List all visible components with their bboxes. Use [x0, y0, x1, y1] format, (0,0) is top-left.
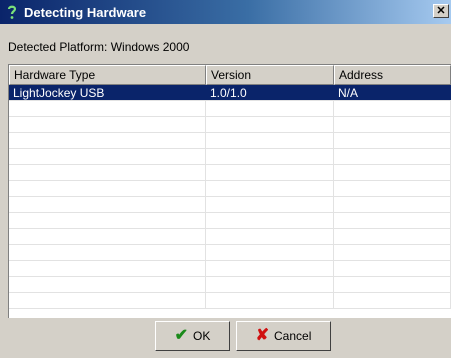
empty-cell	[9, 197, 206, 212]
empty-cell	[334, 197, 451, 212]
empty-cell	[334, 117, 451, 132]
empty-row	[9, 133, 451, 149]
empty-row	[9, 101, 451, 117]
button-bar: ✔ OK ✘ Cancel	[0, 318, 451, 358]
empty-cell	[334, 261, 451, 276]
empty-cell	[206, 165, 334, 180]
empty-cell	[334, 181, 451, 196]
close-button[interactable]: ✕	[433, 4, 449, 18]
empty-cell	[334, 277, 451, 292]
column-header-address[interactable]: Address	[334, 65, 451, 85]
cell-address: N/A	[334, 85, 451, 100]
empty-cell	[9, 149, 206, 164]
empty-cell	[334, 101, 451, 116]
empty-row	[9, 181, 451, 197]
empty-row	[9, 277, 451, 293]
empty-cell	[206, 229, 334, 244]
empty-row	[9, 293, 451, 309]
empty-cell	[9, 101, 206, 116]
window-title: Detecting Hardware	[24, 4, 147, 20]
empty-cell	[334, 213, 451, 228]
empty-cell	[206, 245, 334, 260]
empty-cell	[334, 245, 451, 260]
detecting-hardware-dialog: Detecting Hardware ✕ Detected Platform: …	[0, 0, 451, 358]
empty-cell	[206, 277, 334, 292]
empty-cell	[206, 101, 334, 116]
empty-row	[9, 261, 451, 277]
empty-cell	[9, 181, 206, 196]
cell-version: 1.0/1.0	[206, 85, 334, 100]
empty-cell	[9, 213, 206, 228]
detected-platform-label: Detected Platform: Windows 2000	[8, 40, 190, 54]
empty-cell	[9, 229, 206, 244]
list-rows: LightJockey USB 1.0/1.0 N/A	[9, 85, 451, 309]
table-row[interactable]: LightJockey USB 1.0/1.0 N/A	[9, 85, 451, 101]
empty-row	[9, 149, 451, 165]
empty-cell	[334, 165, 451, 180]
empty-cell	[9, 133, 206, 148]
empty-cell	[206, 213, 334, 228]
column-header-hardware-type[interactable]: Hardware Type	[9, 65, 206, 85]
empty-cell	[206, 181, 334, 196]
empty-cell	[206, 197, 334, 212]
empty-cell	[206, 293, 334, 308]
question-mark-icon	[4, 3, 20, 21]
empty-cell	[334, 133, 451, 148]
ok-button[interactable]: ✔ OK	[155, 321, 230, 351]
empty-cell	[206, 261, 334, 276]
empty-cell	[206, 149, 334, 164]
empty-cell	[334, 229, 451, 244]
empty-cell	[9, 293, 206, 308]
ok-label: OK	[193, 329, 211, 343]
empty-row	[9, 117, 451, 133]
title-bar[interactable]: Detecting Hardware ✕	[0, 0, 451, 24]
empty-row	[9, 197, 451, 213]
empty-cell	[9, 165, 206, 180]
empty-cell	[9, 245, 206, 260]
empty-row	[9, 229, 451, 245]
empty-row	[9, 165, 451, 181]
cancel-label: Cancel	[274, 329, 312, 343]
column-header-version[interactable]: Version	[206, 65, 334, 85]
list-header: Hardware Type Version Address	[9, 65, 451, 85]
empty-cell	[9, 261, 206, 276]
empty-row	[9, 213, 451, 229]
checkmark-icon: ✔	[174, 327, 189, 344]
cell-hardware-type: LightJockey USB	[9, 85, 206, 100]
close-icon: ✕	[436, 4, 446, 17]
empty-cell	[206, 133, 334, 148]
x-icon: ✘	[255, 327, 270, 344]
empty-cell	[9, 117, 206, 132]
empty-cell	[9, 277, 206, 292]
empty-cell	[334, 149, 451, 164]
empty-row	[9, 245, 451, 261]
cancel-button[interactable]: ✘ Cancel	[236, 321, 331, 351]
empty-cell	[334, 293, 451, 308]
hardware-list[interactable]: Hardware Type Version Address LightJocke…	[8, 64, 451, 318]
empty-cell	[206, 117, 334, 132]
